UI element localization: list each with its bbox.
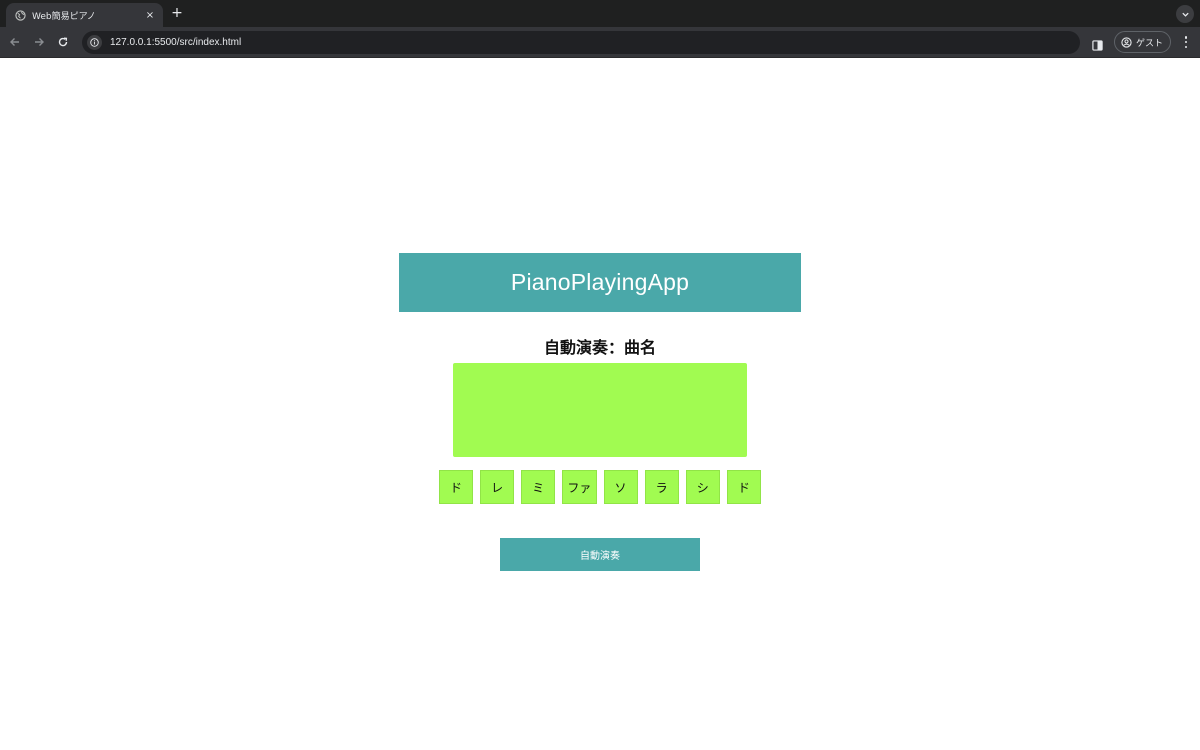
tab-search-button[interactable]	[1176, 5, 1194, 23]
key-re[interactable]: レ	[480, 470, 515, 504]
piano-keys: ド レ ミ ファ ソ ラ シ ド	[439, 470, 761, 504]
key-si[interactable]: シ	[685, 470, 720, 504]
tab-title: Web簡易ピアノ	[32, 11, 96, 22]
arrow-right-icon	[35, 38, 44, 46]
site-info-icon[interactable]	[87, 35, 102, 50]
app-title: PianoPlayingApp	[510, 269, 690, 295]
url-text[interactable]: 127.0.0.1:5500/src/index.html	[110, 37, 241, 48]
browser-tab-bar: Web簡易ピアノ × +	[0, 0, 1200, 27]
close-tab-icon[interactable]: ×	[143, 8, 157, 22]
more-menu-icon[interactable]	[1179, 35, 1193, 49]
forward-button[interactable]	[31, 34, 47, 50]
key-fa[interactable]: ファ	[562, 470, 597, 504]
profile-button[interactable]: ゲスト	[1114, 31, 1171, 53]
reload-button[interactable]	[55, 34, 71, 50]
key-do[interactable]: ド	[439, 470, 474, 504]
address-bar[interactable]: 127.0.0.1:5500/src/index.html	[82, 31, 1080, 54]
chevron-down-icon	[1181, 12, 1189, 17]
profile-icon	[1121, 36, 1132, 48]
profile-label: ゲスト	[1136, 38, 1164, 49]
back-button[interactable]	[7, 34, 23, 50]
display-area	[453, 363, 747, 457]
browser-tab[interactable]: Web簡易ピアノ ×	[6, 3, 163, 27]
arrow-left-icon	[10, 38, 19, 46]
side-panel-icon[interactable]	[1092, 36, 1105, 51]
reload-icon	[58, 37, 68, 47]
key-mi[interactable]: ミ	[521, 470, 556, 504]
song-title: 自動演奏：曲名	[543, 338, 656, 357]
auto-play-button[interactable]: 自動演奏	[500, 538, 700, 571]
key-do-high[interactable]: ド	[726, 470, 761, 504]
key-la[interactable]: ラ	[644, 470, 679, 504]
key-so[interactable]: ソ	[603, 470, 638, 504]
app-header: PianoPlayingApp	[399, 253, 801, 312]
new-tab-button[interactable]: +	[168, 4, 186, 22]
globe-icon	[14, 9, 26, 21]
browser-toolbar: 127.0.0.1:5500/src/index.html ゲスト	[0, 27, 1200, 58]
